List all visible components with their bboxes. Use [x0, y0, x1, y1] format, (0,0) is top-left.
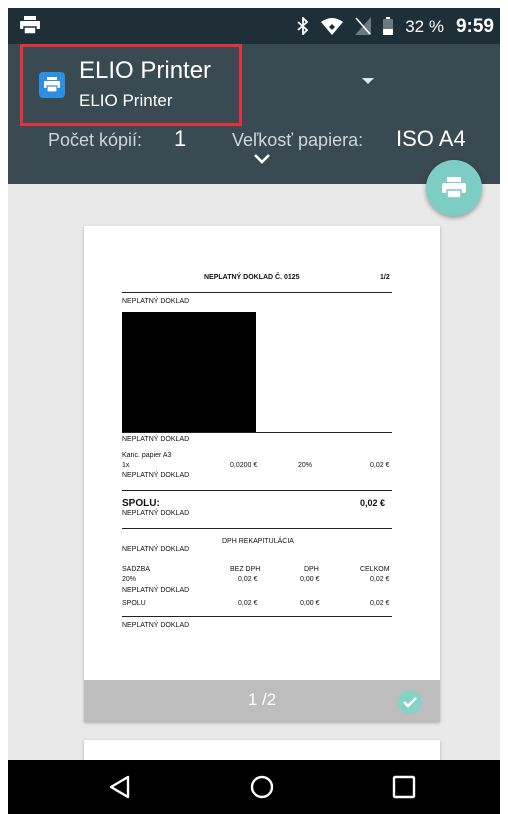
- invalid-doc-label: NEPLATNÝ DOKLAD: [122, 472, 190, 479]
- home-icon[interactable]: [248, 773, 276, 801]
- back-icon[interactable]: [106, 773, 134, 801]
- print-notification-icon: [20, 16, 40, 39]
- invalid-doc-label: NEPLATNÝ DOKLAD: [122, 298, 190, 305]
- printer-icon: [39, 72, 65, 98]
- print-preview-area[interactable]: NEPLATNÝ DOKLAD Č. 0125 1/2 NEPLATNÝ DOK…: [8, 184, 500, 760]
- divider: [122, 490, 392, 491]
- check-icon[interactable]: [398, 690, 422, 714]
- invalid-doc-label: NEPLATNÝ DOKLAD: [122, 546, 190, 553]
- paper-size-label: Veľkosť papiera:: [232, 130, 364, 150]
- item-total: 0,02 €: [370, 462, 390, 469]
- printer-name: ELIO Printer: [79, 57, 212, 84]
- invalid-doc-label: NEPLATNÝ DOKLAD: [122, 510, 190, 517]
- copies-value[interactable]: 1: [174, 126, 186, 152]
- vat-row-base: 0,02 €: [238, 576, 258, 583]
- invalid-doc-label: NEPLATNÝ DOKLAD: [122, 622, 190, 629]
- receipt-title: NEPLATNÝ DOKLAD Č. 0125: [204, 274, 300, 281]
- total-value: 0,02 €: [360, 498, 386, 508]
- receipt-page-number: 1/2: [380, 274, 390, 281]
- vat-summary-title: DPH REKAPITULÁCIA: [222, 538, 294, 545]
- vat-header-base: BEZ DPH: [230, 566, 261, 573]
- print-options-header: ELIO Printer ELIO Printer Počet kópií: 1…: [8, 44, 500, 184]
- navigation-bar: [8, 760, 500, 814]
- copies-label: Počet kópií:: [48, 130, 143, 150]
- expand-options-icon[interactable]: [252, 152, 272, 170]
- total-label: SPOLU:: [122, 498, 160, 509]
- print-icon: [442, 177, 466, 199]
- paper-size-value[interactable]: ISO A4: [396, 126, 466, 152]
- divider: [122, 616, 392, 617]
- item-name: Kanc. papier A3: [122, 452, 172, 459]
- divider: [122, 528, 392, 529]
- vat-total-vat: 0,00 €: [300, 600, 320, 607]
- wifi-icon: [321, 17, 344, 38]
- divider: [122, 292, 392, 293]
- page-indicator: 1 /2: [247, 690, 277, 709]
- bluetooth-icon: [297, 15, 309, 38]
- item-qty: 1x: [122, 462, 130, 469]
- battery-icon: [383, 16, 394, 38]
- printer-selector[interactable]: ELIO Printer ELIO Printer: [20, 44, 242, 126]
- battery-percent: 32 %: [405, 17, 444, 36]
- preview-page-2[interactable]: [84, 740, 440, 760]
- vat-total-base: 0,02 €: [238, 600, 258, 607]
- invalid-doc-label: NEPLATNÝ DOKLAD: [122, 436, 190, 443]
- vat-total-label: SPOLU: [122, 600, 146, 607]
- preview-page[interactable]: NEPLATNÝ DOKLAD Č. 0125 1/2 NEPLATNÝ DOK…: [84, 226, 440, 722]
- printer-subtitle: ELIO Printer: [79, 91, 173, 110]
- item-vat: 20%: [298, 462, 313, 469]
- chevron-down-icon[interactable]: [362, 78, 374, 84]
- vat-row-total: 0,02 €: [370, 576, 390, 583]
- vat-row-vat: 0,00 €: [300, 576, 320, 583]
- redacted-block: [122, 312, 256, 432]
- vat-header-total: CELKOM: [360, 566, 390, 573]
- status-bar: 32 % 9:59: [8, 8, 500, 44]
- vat-header-rate: SADZBA: [122, 566, 151, 573]
- vat-row-rate: 20%: [122, 576, 137, 583]
- print-button[interactable]: [426, 160, 482, 216]
- invalid-doc-label: NEPLATNÝ DOKLAD: [122, 587, 190, 594]
- vat-total-total: 0,02 €: [370, 600, 390, 607]
- recents-icon[interactable]: [390, 773, 418, 801]
- item-price: 0,0200 €: [230, 462, 258, 469]
- divider: [122, 432, 392, 433]
- no-sim-icon: [355, 16, 372, 38]
- page-footer: 1 /2: [84, 680, 440, 722]
- status-icons: 32 % 9:59: [297, 15, 494, 38]
- vat-header-vat: DPH: [304, 566, 319, 573]
- clock: 9:59: [455, 16, 494, 37]
